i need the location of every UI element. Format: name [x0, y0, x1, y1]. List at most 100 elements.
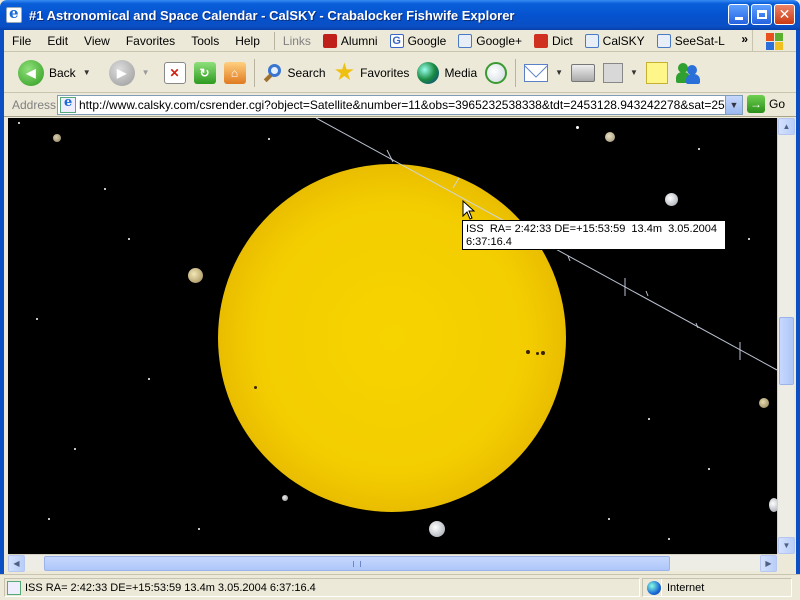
scroll-left-button[interactable]: ◀: [8, 555, 25, 572]
link-seesat[interactable]: SeeSat-L: [651, 31, 731, 51]
scroll-up-button[interactable]: ▲: [778, 118, 795, 135]
link-label: CalSKY: [602, 33, 645, 48]
planet: [429, 521, 445, 537]
status-main-pane: ISS RA= 2:42:33 DE=+15:53:59 13.4m 3.05.…: [4, 578, 640, 597]
windows-logo: [752, 30, 790, 52]
star: [698, 148, 700, 150]
minimize-icon: [734, 17, 743, 20]
link-google[interactable]: G Google: [384, 31, 453, 51]
star: [104, 188, 106, 190]
planet: [282, 495, 288, 501]
history-button[interactable]: [481, 57, 511, 89]
maximize-icon: [756, 10, 767, 19]
ie-icon: [6, 4, 22, 23]
maximize-button[interactable]: [751, 4, 772, 25]
link-calsky[interactable]: CalSKY: [579, 31, 651, 51]
media-label: Media: [444, 65, 478, 80]
link-label: Alumni: [340, 33, 378, 48]
star: [18, 122, 20, 124]
google-icon: G: [389, 33, 404, 48]
dict-icon: [534, 33, 548, 48]
planet: [759, 398, 769, 408]
star: [148, 378, 150, 380]
star: [608, 518, 610, 520]
page-icon: [7, 580, 21, 595]
menu-favorites[interactable]: Favorites: [118, 31, 183, 51]
close-icon: ✕: [778, 6, 791, 23]
search-label: Search: [287, 65, 326, 80]
go-label: Go: [769, 97, 786, 111]
home-button[interactable]: ⌂: [220, 57, 250, 89]
page-icon: [584, 33, 599, 48]
forward-arrow-icon: ▶: [108, 59, 135, 86]
mail-icon: [524, 63, 549, 82]
home-icon: ⌂: [223, 61, 246, 84]
messenger-button[interactable]: [672, 57, 704, 89]
dropdown-arrow-icon[interactable]: ▼: [83, 68, 91, 77]
school-icon: [322, 33, 337, 48]
address-dropdown-icon[interactable]: ▼: [725, 96, 742, 114]
vertical-scrollbar[interactable]: ▲ ▼: [777, 118, 795, 554]
link-google-plus[interactable]: Google+: [452, 31, 528, 51]
horizontal-scrollbar[interactable]: ◀ ▶: [8, 554, 777, 572]
toolbar-separator: [253, 58, 255, 87]
star: [748, 238, 750, 240]
media-button[interactable]: Media: [413, 57, 481, 89]
vertical-scroll-thumb[interactable]: [779, 317, 794, 385]
address-input[interactable]: http://www.calsky.com/csrender.cgi?objec…: [57, 95, 743, 115]
page-icon: [60, 96, 76, 113]
printer-icon: [571, 63, 596, 82]
star: [128, 238, 130, 240]
edit-button[interactable]: ▼: [599, 57, 642, 89]
link-dict[interactable]: Dict: [528, 31, 579, 51]
horizontal-scroll-thumb[interactable]: [44, 556, 670, 571]
forward-button[interactable]: ▶ ▼: [105, 57, 154, 89]
status-bar: ISS RA= 2:42:33 DE=+15:53:59 13.4m 3.05.…: [0, 574, 800, 600]
back-label: Back: [49, 65, 76, 80]
back-button[interactable]: ◀ Back ▼: [14, 57, 95, 89]
menu-file[interactable]: File: [4, 31, 39, 51]
object-tooltip: ISS RA= 2:42:33 DE=+15:53:59 13.4m 3.05.…: [462, 220, 726, 250]
media-icon: [417, 61, 440, 84]
print-button[interactable]: [567, 57, 599, 89]
favorites-label: Favorites: [360, 65, 410, 80]
favorites-button[interactable]: ★ Favorites: [330, 57, 414, 89]
close-button[interactable]: ✕: [774, 4, 795, 25]
search-icon: [263, 63, 283, 83]
stop-button[interactable]: ✕: [160, 57, 190, 89]
dropdown-arrow-icon[interactable]: ▼: [630, 68, 638, 77]
menu-view[interactable]: View: [76, 31, 118, 51]
chevron-more-icon[interactable]: »: [741, 32, 748, 46]
menu-edit[interactable]: Edit: [39, 31, 76, 51]
scroll-down-button[interactable]: ▼: [778, 537, 795, 554]
scroll-right-button[interactable]: ▶: [760, 555, 777, 572]
go-button[interactable]: → Go: [747, 95, 785, 113]
dropdown-arrow-icon[interactable]: ▼: [555, 68, 563, 77]
search-button[interactable]: Search: [259, 57, 330, 89]
page-icon: [458, 33, 473, 48]
star: [268, 138, 270, 140]
star: [648, 418, 650, 420]
planet: [605, 132, 615, 142]
link-label: SeeSat-L: [674, 33, 725, 48]
status-text: ISS RA= 2:42:33 DE=+15:53:59 13.4m 3.05.…: [25, 581, 316, 594]
refresh-button[interactable]: ↻: [190, 57, 220, 89]
zone-pane: Internet: [642, 578, 792, 597]
link-alumni[interactable]: Alumni: [317, 31, 384, 51]
globe-icon: [647, 580, 661, 595]
mail-button[interactable]: ▼: [520, 57, 567, 89]
menu-tools[interactable]: Tools: [183, 31, 227, 51]
sky-render[interactable]: ISS RA= 2:42:33 DE=+15:53:59 13.4m 3.05.…: [8, 118, 777, 554]
toolbar-separator: [515, 58, 517, 87]
window-title: #1 Astronomical and Space Calendar - Cal…: [29, 7, 515, 23]
address-bar: Address http://www.calsky.com/csrender.c…: [4, 94, 796, 117]
minimize-button[interactable]: [728, 4, 749, 25]
star: [708, 468, 710, 470]
toolbar: ◀ Back ▼ ▶ ▼ ✕ ↻ ⌂ Search ★ Favorites Me…: [4, 53, 796, 93]
star: [668, 538, 670, 540]
menu-help[interactable]: Help: [227, 31, 268, 51]
discuss-button[interactable]: [642, 57, 672, 89]
star: [74, 448, 76, 450]
dropdown-arrow-icon[interactable]: ▼: [142, 68, 150, 77]
stop-icon: ✕: [163, 61, 186, 84]
